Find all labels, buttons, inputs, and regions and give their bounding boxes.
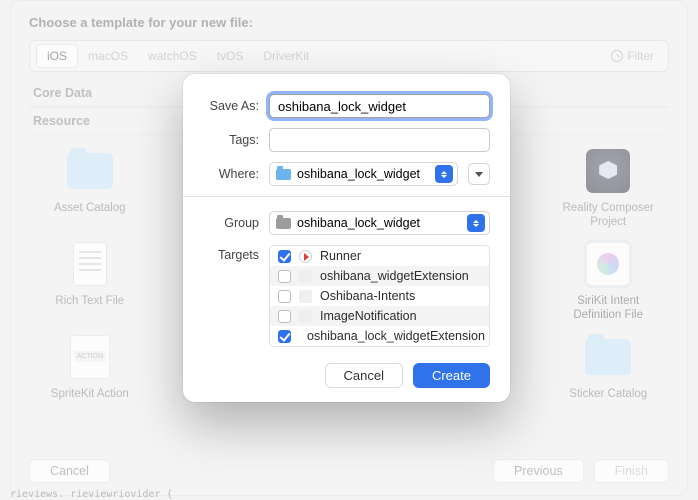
filter-field[interactable]: Filter xyxy=(603,49,662,63)
extension-target-icon xyxy=(299,290,312,303)
target-name: Runner xyxy=(320,249,361,263)
group-popup[interactable]: oshibana_lock_widget xyxy=(269,211,490,235)
target-name: ImageNotification xyxy=(320,309,417,323)
save-sheet: Save As: Tags: Where: oshibana_lock_widg… xyxy=(183,74,510,402)
target-row-intents[interactable]: Oshibana-Intents xyxy=(270,286,489,306)
tab-ios[interactable]: iOS xyxy=(36,44,78,68)
popup-arrows-icon xyxy=(467,214,485,232)
popup-arrows-icon xyxy=(435,165,453,183)
template-sticker-catalog[interactable]: Sticker Catalog xyxy=(547,333,669,415)
target-row-lock-widget-ext[interactable]: oshibana_lock_widgetExtension xyxy=(270,326,489,346)
target-checkbox[interactable] xyxy=(278,250,291,263)
tab-macos[interactable]: macOS xyxy=(78,45,138,67)
target-row-widget-ext[interactable]: oshibana_widgetExtension xyxy=(270,266,489,286)
sheet-footer: Cancel Create xyxy=(203,363,490,388)
extension-target-icon xyxy=(299,310,312,323)
folder-icon xyxy=(67,153,113,189)
chevron-down-icon xyxy=(475,172,483,177)
document-icon xyxy=(73,242,107,286)
target-name: oshibana_widgetExtension xyxy=(320,269,469,283)
group-value: oshibana_lock_widget xyxy=(297,216,420,230)
previous-button[interactable]: Previous xyxy=(493,459,584,483)
target-checkbox[interactable] xyxy=(278,310,291,323)
filter-icon xyxy=(611,50,623,62)
tags-label: Tags: xyxy=(203,133,259,147)
tab-driverkit[interactable]: DriverKit xyxy=(253,45,319,67)
expand-save-button[interactable] xyxy=(468,163,490,185)
target-checkbox[interactable] xyxy=(278,270,291,283)
platform-tabbar: iOS macOS watchOS tvOS DriverKit Filter xyxy=(29,40,669,72)
targets-list: Runner oshibana_widgetExtension Oshibana… xyxy=(269,245,490,347)
panel-header: Choose a template for your new file: xyxy=(29,15,669,30)
divider xyxy=(183,196,510,197)
target-checkbox[interactable] xyxy=(278,330,291,343)
save-as-label: Save As: xyxy=(203,99,259,113)
background-code-line: rieviews. rieviewriovider { xyxy=(10,489,173,500)
create-button[interactable]: Create xyxy=(413,363,490,388)
target-name: Oshibana-Intents xyxy=(320,289,415,303)
tags-input[interactable] xyxy=(269,128,490,152)
siri-icon xyxy=(586,242,630,286)
template-rich-text[interactable]: Rich Text File xyxy=(29,240,151,323)
template-reality-composer[interactable]: Reality Composer Project xyxy=(547,147,669,230)
finish-button[interactable]: Finish xyxy=(594,459,669,483)
cancel-button[interactable]: Cancel xyxy=(29,459,110,483)
folder-icon xyxy=(276,218,291,229)
folder-icon xyxy=(276,169,291,180)
filter-placeholder: Filter xyxy=(627,49,654,63)
where-value: oshibana_lock_widget xyxy=(297,167,420,181)
group-label: Group xyxy=(203,216,259,230)
where-label: Where: xyxy=(203,167,259,181)
target-row-runner[interactable]: Runner xyxy=(270,246,489,266)
template-asset-catalog[interactable]: Asset Catalog xyxy=(29,147,151,230)
where-popup[interactable]: oshibana_lock_widget xyxy=(269,162,458,186)
target-name: oshibana_lock_widgetExtension xyxy=(307,329,485,343)
template-sirikit-intent[interactable]: SiriKit Intent Definition File xyxy=(547,240,669,323)
folder-icon xyxy=(585,339,631,375)
target-checkbox[interactable] xyxy=(278,290,291,303)
save-as-input[interactable] xyxy=(269,94,490,118)
panel-footer: Cancel Previous Finish xyxy=(29,459,669,483)
template-spritekit-action[interactable]: ACTIONSpriteKit Action xyxy=(29,333,151,415)
app-target-icon xyxy=(299,250,312,263)
target-row-image-notification[interactable]: ImageNotification xyxy=(270,306,489,326)
extension-target-icon xyxy=(299,270,312,283)
cancel-button[interactable]: Cancel xyxy=(325,363,403,388)
cube-icon xyxy=(586,149,630,193)
targets-label: Targets xyxy=(203,245,259,347)
tab-tvos[interactable]: tvOS xyxy=(207,45,254,67)
tab-watchos[interactable]: watchOS xyxy=(138,45,207,67)
action-icon: ACTION xyxy=(70,335,110,379)
